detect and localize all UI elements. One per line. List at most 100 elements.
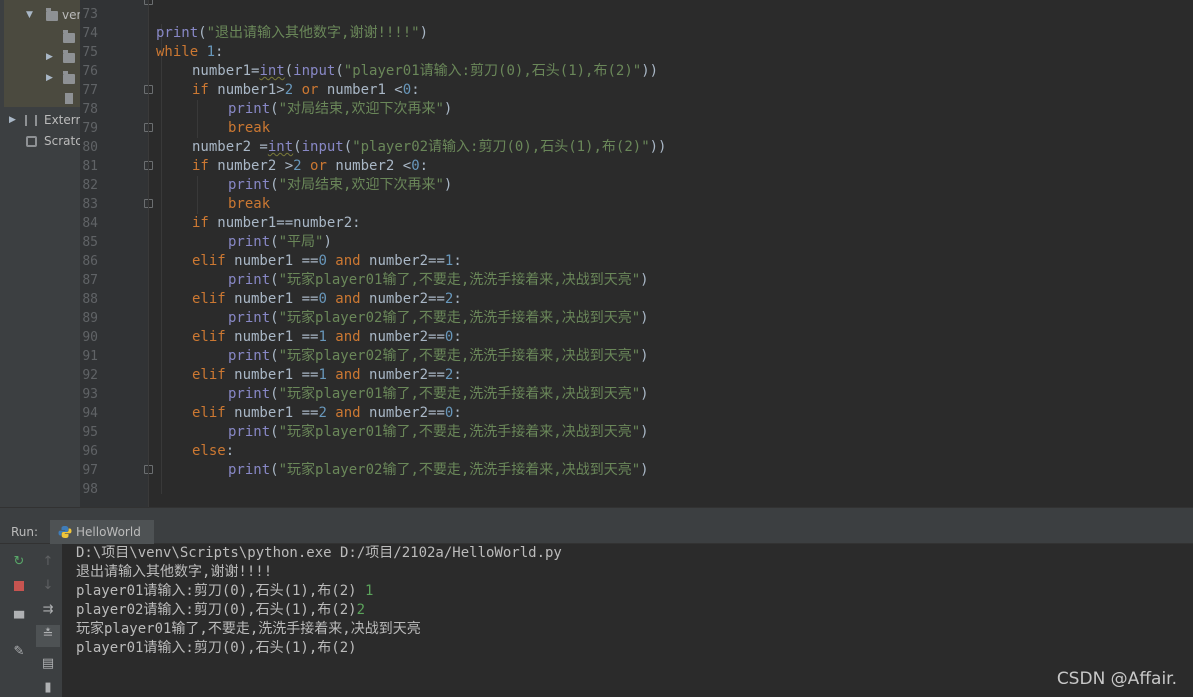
code-line-79[interactable]: break [228,119,270,138]
string-token: "玩家player02输了,不要走,洗洗手接着来,决战到天亮" [278,462,641,478]
expand-arrow-icon[interactable]: ▼ [26,10,33,20]
identifier-token: number2== [360,329,445,345]
line-number: 75 [82,45,98,60]
code-line-78[interactable]: print("对局结束,欢迎下次再来") [228,100,452,119]
punct-token: )) [649,139,667,155]
code-line-83[interactable]: break [228,195,270,214]
pin-icon[interactable]: ✎ [9,642,29,662]
line-number: 85 [82,235,98,250]
keyword-token: and [326,367,361,383]
down-icon[interactable]: ↓ [38,576,58,596]
line-number: 96 [82,444,98,459]
keyword-token: if [192,158,209,174]
up-icon[interactable]: ↑ [38,552,58,572]
line-number: 91 [82,349,98,364]
code-line-82[interactable]: print("对局结束,欢迎下次再来") [228,176,452,195]
punct-token: ) [419,25,429,41]
code-line-91[interactable]: print("玩家player02输了,不要走,洗洗手接着来,决战到天亮") [228,347,649,366]
code-line-89[interactable]: print("玩家player02输了,不要走,洗洗手接着来,决战到天亮") [228,309,649,328]
soft-wrap-icon[interactable]: ⇉ [38,600,58,620]
watermark: CSDN @Affair. [1056,669,1177,689]
code-line-77[interactable]: if number1>2 or number1 <0: [192,81,420,100]
string-token: "玩家player02输了,不要走,洗洗手接着来,决战到天亮" [278,348,641,364]
rerun-icon[interactable]: ↻ [9,552,29,572]
folder-icon [46,8,58,21]
collapse-arrow-icon[interactable]: ▶ [9,115,16,125]
code-line-88[interactable]: elif number1 ==0 and number2==2: [192,290,462,309]
code-line-96[interactable]: else: [192,442,234,461]
punct-token: ) [640,424,649,440]
keyword-token: break [228,120,271,136]
keyword-token: and [326,405,361,421]
builtin-token: print [228,272,271,288]
code-line-97[interactable]: print("玩家player02输了,不要走,洗洗手接着来,决战到天亮") [228,461,649,480]
identifier-token: number2 < [326,158,412,174]
scroll-to-end-icon[interactable]: ≛ [36,625,60,647]
identifier-token: number1 == [225,291,319,307]
code-line-95[interactable]: print("玩家player01输了,不要走,洗洗手接着来,决战到天亮") [228,423,649,442]
string-token: "玩家player01输了,不要走,洗洗手接着来,决战到天亮" [278,386,641,402]
code-line-81[interactable]: if number2 >2 or number2 <0: [192,157,428,176]
code-line-93[interactable]: print("玩家player01输了,不要走,洗洗手接着来,决战到天亮") [228,385,649,404]
run-header: Run: HelloWorld [0,520,1193,544]
number-token: 0 [411,158,420,174]
stop-icon[interactable] [9,576,29,596]
keyword-token: and [326,253,361,269]
punct-token: : [453,253,462,269]
code-line-84[interactable]: if number1==number2: [192,214,361,233]
builtin-token: print [228,177,271,193]
code-line-87[interactable]: print("玩家player01输了,不要走,洗洗手接着来,决战到天亮") [228,271,649,290]
code-line-92[interactable]: elif number1 ==1 and number2==2: [192,366,462,385]
number-token: 2 [293,158,302,174]
code-line-80[interactable]: number2 =int(input("player02请输入:剪刀(0),石头… [192,138,666,157]
identifier-token: number1 == [225,405,319,421]
code-line-90[interactable]: elif number1 ==1 and number2==0: [192,328,462,347]
run-tab-helloworld[interactable]: HelloWorld [50,520,154,544]
punct-token: ) [640,386,649,402]
collapse-arrow-icon[interactable]: ▶ [46,73,53,83]
keyword-token: break [228,196,271,212]
builtin-token: int [259,63,285,79]
keyword-token: elif [192,329,226,345]
code-line-75[interactable]: while 1: [156,43,223,62]
tool-window-splitter[interactable] [0,507,1193,520]
indent-guide [197,100,198,138]
code-line-76[interactable]: number1=int(input("player01请输入:剪刀(0),石头(… [192,62,658,81]
number-token: 0 [318,253,327,269]
print-icon[interactable]: ▤ [38,654,58,674]
line-number: 78 [82,102,98,117]
punct-token: ) [640,348,649,364]
code-line-85[interactable]: print("平局") [228,233,332,252]
python-icon [58,526,72,538]
scratches-icon [26,136,37,147]
identifier-token: number1> [208,82,285,98]
number-token: 1 [318,329,327,345]
keyword-token: elif [192,405,226,421]
punct-token: ( [270,424,279,440]
line-number: 90 [82,330,98,345]
trash-icon[interactable]: ▮ [38,678,58,697]
string-token: "player02请输入:剪刀(0),石头(1),布(2)" [352,139,650,155]
code-line-94[interactable]: elif number1 ==2 and number2==0: [192,404,462,423]
string-token: "玩家player01输了,不要走,洗洗手接着来,决战到天亮" [278,272,641,288]
string-token: "平局" [278,234,324,250]
code-editor[interactable]: 73 74 75 76 77 78 79 80 81 82 83 84 85 8… [80,0,1193,507]
gutter-divider [148,0,149,507]
console-output[interactable]: D:\项目\venv\Scripts\python.exe D:/项目/2102… [62,544,1193,697]
builtin-token: print [228,101,271,117]
punct-token: ( [270,310,279,326]
code-line-86[interactable]: elif number1 ==0 and number2==1: [192,252,462,271]
punct-token: : [453,367,462,383]
collapse-arrow-icon[interactable]: ▶ [46,52,53,62]
identifier-token: number2 > [208,158,294,174]
code-line-74[interactable]: print("退出请输入其他数字,谢谢!!!!") [156,24,428,43]
keyword-token: and [326,291,361,307]
layout-icon[interactable]: ▀ [9,610,29,630]
line-number: 83 [82,197,98,212]
keyword-token: or [293,82,319,98]
console-line: player02请输入:剪刀(0),石头(1),布(2)2 [76,601,365,620]
keyword-token: elif [192,291,226,307]
punct-token: ) [443,101,453,117]
identifier-token: number1 == [225,367,319,383]
